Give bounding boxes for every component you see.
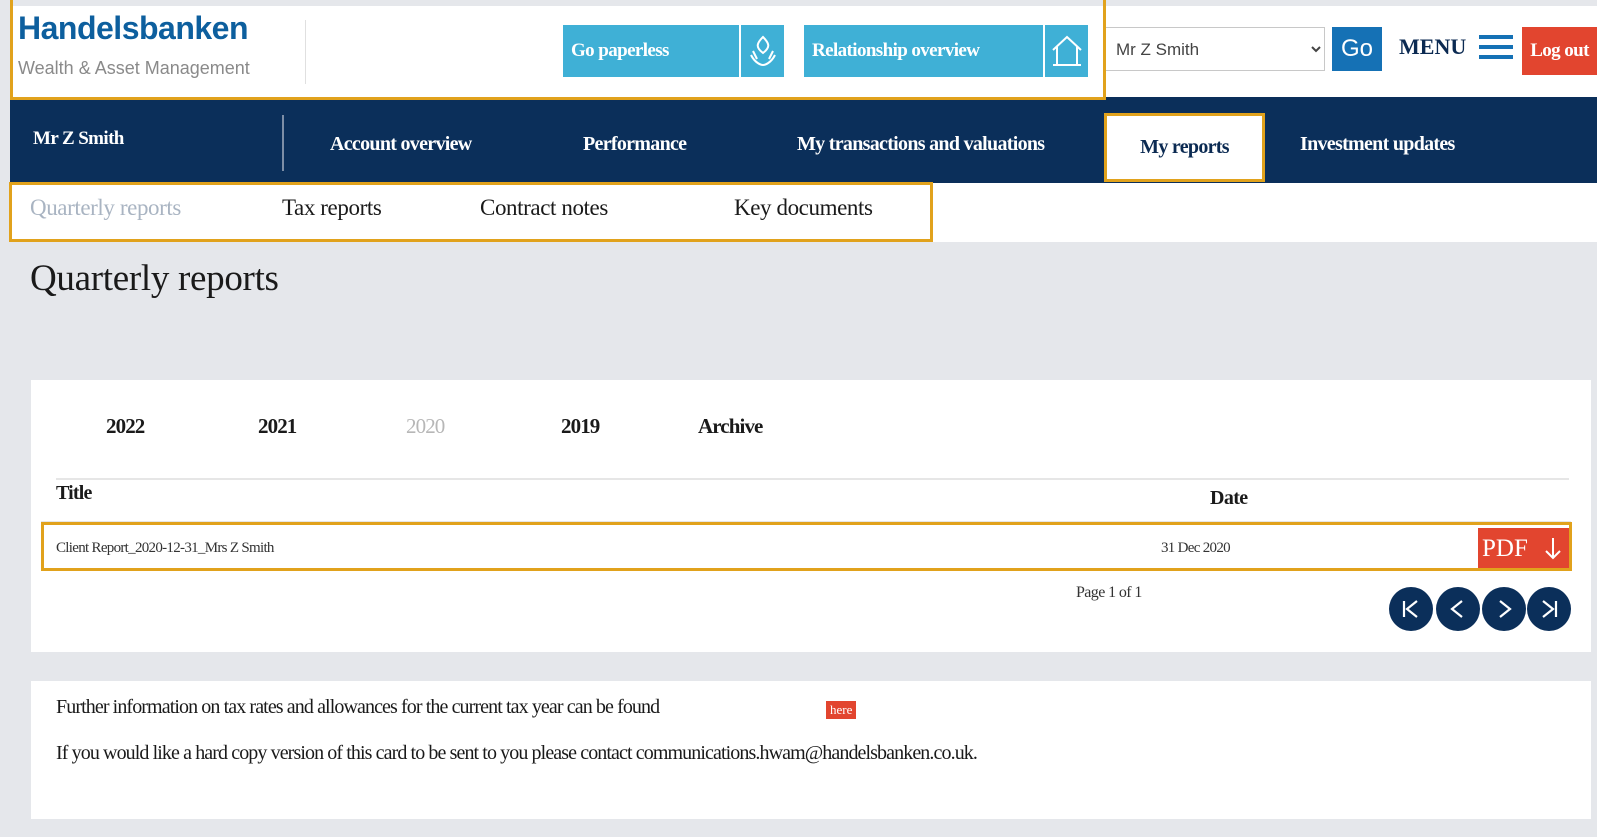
nav-item-performance[interactable]: Performance [583, 133, 687, 156]
contact-info-text: If you would like a hard copy version of… [56, 742, 978, 764]
subnav-tax-reports[interactable]: Tax reports [282, 195, 382, 221]
table-divider [41, 521, 1571, 522]
relationship-overview-button[interactable]: Relationship overview [804, 25, 1043, 77]
previous-page-icon[interactable] [1436, 587, 1480, 631]
menu-label[interactable]: MENU [1399, 34, 1466, 60]
year-tab-archive[interactable]: Archive [698, 414, 763, 439]
next-page-icon[interactable] [1482, 587, 1526, 631]
year-tab-2021[interactable]: 2021 [258, 414, 297, 439]
subnav-quarterly-reports[interactable]: Quarterly reports [30, 195, 181, 221]
pagination-text: Page 1 of 1 [1076, 584, 1142, 601]
report-row-date: 31 Dec 2020 [1161, 540, 1231, 556]
year-tab-2019[interactable]: 2019 [561, 414, 600, 439]
year-tab-2020[interactable]: 2020 [406, 414, 445, 439]
pdf-label: PDF [1482, 535, 1528, 562]
brand-subtitle: Wealth & Asset Management [18, 58, 250, 78]
paperless-icon[interactable] [741, 25, 784, 77]
nav-item-investment-updates[interactable]: Investment updates [1300, 133, 1455, 156]
last-page-icon[interactable] [1527, 587, 1571, 631]
nav-item-account-overview[interactable]: Account overview [330, 133, 472, 156]
go-button[interactable]: Go [1332, 27, 1382, 71]
pdf-download-button[interactable]: PDF [1478, 528, 1571, 570]
nav-item-my-transactions[interactable]: My transactions and valuations [797, 133, 1045, 156]
nav-user-name: Mr Z Smith [33, 128, 124, 149]
report-row-title: Client Report_2020-12-31_Mrs Z Smith [56, 540, 274, 556]
subnav-key-documents[interactable]: Key documents [734, 195, 873, 221]
hamburger-menu-icon[interactable] [1479, 33, 1513, 61]
logout-button[interactable]: Log out [1522, 27, 1597, 75]
column-header-date[interactable]: Date [1210, 487, 1248, 510]
nav-divider [282, 115, 284, 171]
column-header-title[interactable]: Title [56, 482, 92, 505]
page-title: Quarterly reports [30, 258, 279, 299]
first-page-icon[interactable] [1389, 587, 1433, 631]
tax-info-text: Further information on tax rates and all… [56, 696, 660, 718]
house-icon[interactable] [1045, 25, 1088, 77]
subnav-contract-notes[interactable]: Contract notes [480, 195, 608, 221]
tabs-divider [56, 478, 1569, 480]
brand-logo[interactable]: Handelsbanken [18, 10, 249, 47]
client-select[interactable]: Mr Z Smith [1105, 27, 1325, 71]
download-arrow-icon [1545, 538, 1561, 560]
go-paperless-button[interactable]: Go paperless [563, 25, 739, 77]
here-link[interactable]: here [826, 701, 857, 719]
nav-item-my-reports[interactable]: My reports [1106, 114, 1263, 180]
year-tab-2022[interactable]: 2022 [106, 414, 145, 439]
header-divider [305, 20, 306, 84]
